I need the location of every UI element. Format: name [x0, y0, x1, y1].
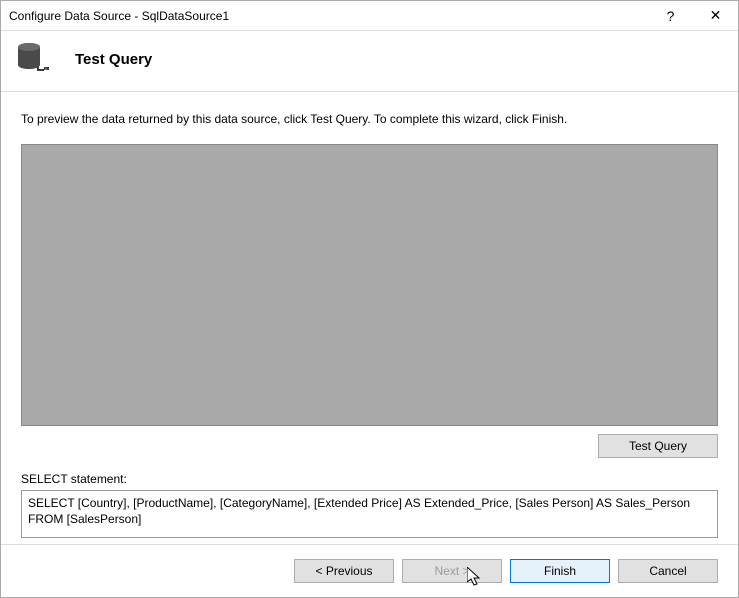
wizard-footer: < Previous Next > Finish Cancel — [1, 544, 738, 597]
close-button[interactable]: ✕ — [693, 1, 738, 31]
select-statement-textbox[interactable] — [21, 490, 718, 538]
data-preview-panel — [21, 144, 718, 426]
database-icon — [15, 41, 51, 77]
select-statement-label: SELECT statement: — [21, 472, 718, 486]
test-query-button[interactable]: Test Query — [598, 434, 718, 458]
finish-button[interactable]: Finish — [510, 559, 610, 583]
wizard-step-title: Test Query — [75, 51, 152, 68]
help-button[interactable]: ? — [648, 1, 693, 31]
instruction-text: To preview the data returned by this dat… — [21, 112, 718, 126]
test-query-row: Test Query — [21, 426, 718, 468]
wizard-content: To preview the data returned by this dat… — [1, 92, 738, 544]
cancel-button[interactable]: Cancel — [618, 559, 718, 583]
titlebar: Configure Data Source - SqlDataSource1 ?… — [1, 1, 738, 31]
window-title: Configure Data Source - SqlDataSource1 — [9, 9, 648, 23]
wizard-header: Test Query — [1, 31, 738, 92]
next-button: Next > — [402, 559, 502, 583]
previous-button[interactable]: < Previous — [294, 559, 394, 583]
